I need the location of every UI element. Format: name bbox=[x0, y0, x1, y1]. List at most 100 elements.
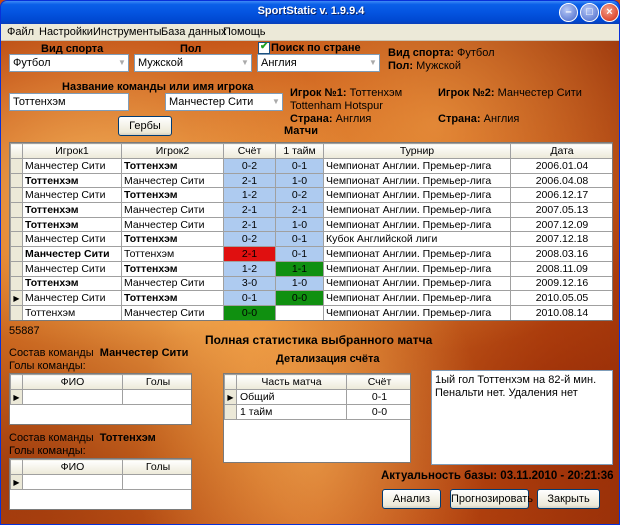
team2-input[interactable]: Манчестер Сити ▼ bbox=[165, 93, 283, 111]
cell-tournament[interactable]: Чемпионат Англии. Премьер-лига bbox=[323, 275, 511, 292]
cell-date[interactable]: 2007.12.18 bbox=[510, 231, 612, 248]
cell-score[interactable]: 1-2 bbox=[223, 187, 276, 204]
table-row[interactable]: ▶ Манчестер Сити Тоттенхэм 0-1 0-0 Чемпионат … bbox=[10, 290, 612, 306]
cell-player1[interactable]: Тоттенхэм bbox=[22, 304, 122, 320]
cell[interactable]: Общий bbox=[236, 389, 347, 405]
cell-player2[interactable]: Манчестер Сити bbox=[121, 216, 224, 233]
cell-player1[interactable]: Манчестер Сити bbox=[22, 260, 122, 277]
table-row[interactable]: Манчестер Сити Тоттенхэм 0-2 0-1 Кубок Англи… bbox=[10, 231, 612, 248]
cell-half[interactable]: 0-0 bbox=[275, 290, 324, 306]
cell-date[interactable]: 2008.11.09 bbox=[510, 260, 612, 277]
cell[interactable] bbox=[22, 474, 123, 490]
menu-database[interactable]: База данных bbox=[161, 26, 227, 38]
cell[interactable] bbox=[122, 389, 191, 405]
table-row[interactable]: Тоттенхэм Манчестер Сити 2-1 1-0 Чемпионат А… bbox=[10, 172, 612, 189]
cell-date[interactable]: 2006.12.17 bbox=[510, 187, 612, 204]
cell-player1[interactable]: Манчестер Сити bbox=[22, 187, 122, 204]
cell-half[interactable]: 2-1 bbox=[275, 202, 324, 218]
cell-player1[interactable]: Тоттенхэм bbox=[22, 172, 122, 189]
col-score[interactable]: Счёт bbox=[223, 143, 276, 159]
table-row[interactable]: ▶ Общий 0-1 bbox=[224, 389, 410, 405]
cell-half[interactable]: 0-1 bbox=[275, 246, 324, 262]
cell-player2[interactable]: Манчестер Сити bbox=[121, 275, 224, 292]
cell[interactable] bbox=[122, 474, 191, 490]
cell-half[interactable]: 0-1 bbox=[275, 231, 324, 248]
cell-half[interactable]: 1-1 bbox=[275, 260, 324, 277]
cell-player2[interactable]: Манчестер Сити bbox=[121, 304, 224, 320]
cell-player1[interactable]: Манчестер Сити bbox=[22, 290, 122, 306]
menu-help[interactable]: Помощь bbox=[223, 26, 266, 38]
cell-date[interactable]: 2006.04.08 bbox=[510, 172, 612, 189]
cell-score[interactable]: 0-1 bbox=[223, 290, 276, 306]
cell-half[interactable]: 1-0 bbox=[275, 275, 324, 292]
cell-player2[interactable]: Тоттенхэм bbox=[121, 246, 224, 262]
col-fio[interactable]: ФИО bbox=[22, 459, 123, 475]
cell-score[interactable]: 2-1 bbox=[223, 246, 276, 262]
table-row[interactable]: Манчестер Сити Тоттенхэм 2-1 0-1 Чемпионат А… bbox=[10, 246, 612, 262]
cell-score[interactable]: 3-0 bbox=[223, 275, 276, 292]
cell-player1[interactable]: Тоттенхэм bbox=[22, 216, 122, 233]
country-select[interactable]: Англия ▼ bbox=[257, 54, 380, 72]
cell-tournament[interactable]: Чемпионат Англии. Премьер-лига bbox=[323, 260, 511, 277]
cell-half[interactable]: 1-0 bbox=[275, 172, 324, 189]
cell-tournament[interactable]: Чемпионат Англии. Премьер-лига bbox=[323, 202, 511, 218]
table-row[interactable]: Тоттенхэм Манчестер Сити 2-1 1-0 Чемпионат А… bbox=[10, 216, 612, 233]
cell-tournament[interactable]: Чемпионат Англии. Премьер-лига bbox=[323, 216, 511, 233]
gender-select[interactable]: Мужской ▼ bbox=[134, 54, 252, 72]
col-part[interactable]: Часть матча bbox=[236, 374, 347, 390]
cell-score[interactable]: 1-2 bbox=[223, 260, 276, 277]
cell-half[interactable]: 1-0 bbox=[275, 216, 324, 233]
cell-tournament[interactable]: Чемпионат Англии. Премьер-лига bbox=[323, 304, 511, 320]
table-row[interactable]: Тоттенхэм Манчестер Сити 2-1 2-1 Чемпионат А… bbox=[10, 202, 612, 218]
matches-grid[interactable]: Игрок1 Игрок2 Счёт 1 тайм Турнир Дата Ма… bbox=[9, 142, 613, 321]
cell[interactable] bbox=[22, 389, 123, 405]
cell-score[interactable]: 2-1 bbox=[223, 172, 276, 189]
team1-input[interactable]: Тоттенхэм bbox=[9, 93, 129, 111]
cell[interactable]: 0-1 bbox=[346, 389, 410, 405]
cell-player2[interactable]: Манчестер Сити bbox=[121, 202, 224, 218]
table-row[interactable]: Манчестер Сити Тоттенхэм 1-2 0-2 Чемпионат А… bbox=[10, 187, 612, 204]
cell-player1[interactable]: Тоттенхэм bbox=[22, 202, 122, 218]
col-detail-score[interactable]: Счёт bbox=[346, 374, 410, 390]
sport-select[interactable]: Футбол ▼ bbox=[9, 54, 129, 72]
cell-date[interactable]: 2006.01.04 bbox=[510, 158, 612, 174]
cell-player2[interactable]: Тоттенхэм bbox=[121, 290, 224, 306]
col-player1[interactable]: Игрок1 bbox=[22, 143, 122, 159]
maximize-button[interactable]: □ bbox=[580, 3, 599, 22]
cell-player2[interactable]: Тоттенхэм bbox=[121, 260, 224, 277]
table-row[interactable]: Манчестер Сити Тоттенхэм 1-2 1-1 Чемпионат А… bbox=[10, 260, 612, 277]
table-row[interactable]: Манчестер Сити Тоттенхэм 0-2 0-1 Чемпионат А… bbox=[10, 158, 612, 174]
cell-player1[interactable]: Манчестер Сити bbox=[22, 231, 122, 248]
detail-grid[interactable]: Часть матча Счёт ▶ Общий 0-1 1 тайм 0-0 bbox=[223, 373, 411, 463]
col-goals[interactable]: Голы bbox=[122, 374, 191, 390]
menu-settings[interactable]: Настройки bbox=[39, 26, 93, 38]
cell-player2[interactable]: Тоттенхэм bbox=[121, 187, 224, 204]
cell-tournament[interactable]: Кубок Английской лиги bbox=[323, 231, 511, 248]
cell-player1[interactable]: Тоттенхэм bbox=[22, 275, 122, 292]
cell[interactable]: 1 тайм bbox=[236, 404, 347, 420]
cell[interactable]: 0-0 bbox=[346, 404, 410, 420]
table-row[interactable]: Тоттенхэм Манчестер Сити 3-0 1-0 Чемпионат А… bbox=[10, 275, 612, 292]
cell-date[interactable]: 2007.12.09 bbox=[510, 216, 612, 233]
cell-date[interactable]: 2009.12.16 bbox=[510, 275, 612, 292]
cell-tournament[interactable]: Чемпионат Англии. Премьер-лига bbox=[323, 158, 511, 174]
col-player2[interactable]: Игрок2 bbox=[121, 143, 224, 159]
cell-date[interactable]: 2007.05.13 bbox=[510, 202, 612, 218]
cell-score[interactable]: 2-1 bbox=[223, 202, 276, 218]
col-date[interactable]: Дата bbox=[510, 143, 612, 159]
cell-player2[interactable]: Тоттенхэм bbox=[121, 231, 224, 248]
minimize-button[interactable]: – bbox=[559, 3, 578, 22]
menu-tools[interactable]: Инструменты bbox=[93, 26, 162, 38]
cell-tournament[interactable]: Чемпионат Англии. Премьер-лига bbox=[323, 246, 511, 262]
cell-half[interactable]: 0-2 bbox=[275, 187, 324, 204]
team2-goals-grid[interactable]: ФИО Голы ▶ bbox=[9, 458, 192, 510]
cell-score[interactable]: 2-1 bbox=[223, 216, 276, 233]
close-window-button[interactable]: × bbox=[600, 3, 619, 22]
cell-player1[interactable]: Манчестер Сити bbox=[22, 158, 122, 174]
match-note[interactable]: 1ый гол Тоттенхэм на 82-й мин. Пенальти … bbox=[431, 370, 613, 465]
team1-goals-grid[interactable]: ФИО Голы ▶ bbox=[9, 373, 192, 425]
table-row[interactable]: Тоттенхэм Манчестер Сити 0-0 Чемпионат Англ… bbox=[10, 304, 612, 320]
col-fio[interactable]: ФИО bbox=[22, 374, 123, 390]
cell-tournament[interactable]: Чемпионат Англии. Премьер-лига bbox=[323, 187, 511, 204]
table-row[interactable]: ▶ bbox=[10, 474, 191, 490]
